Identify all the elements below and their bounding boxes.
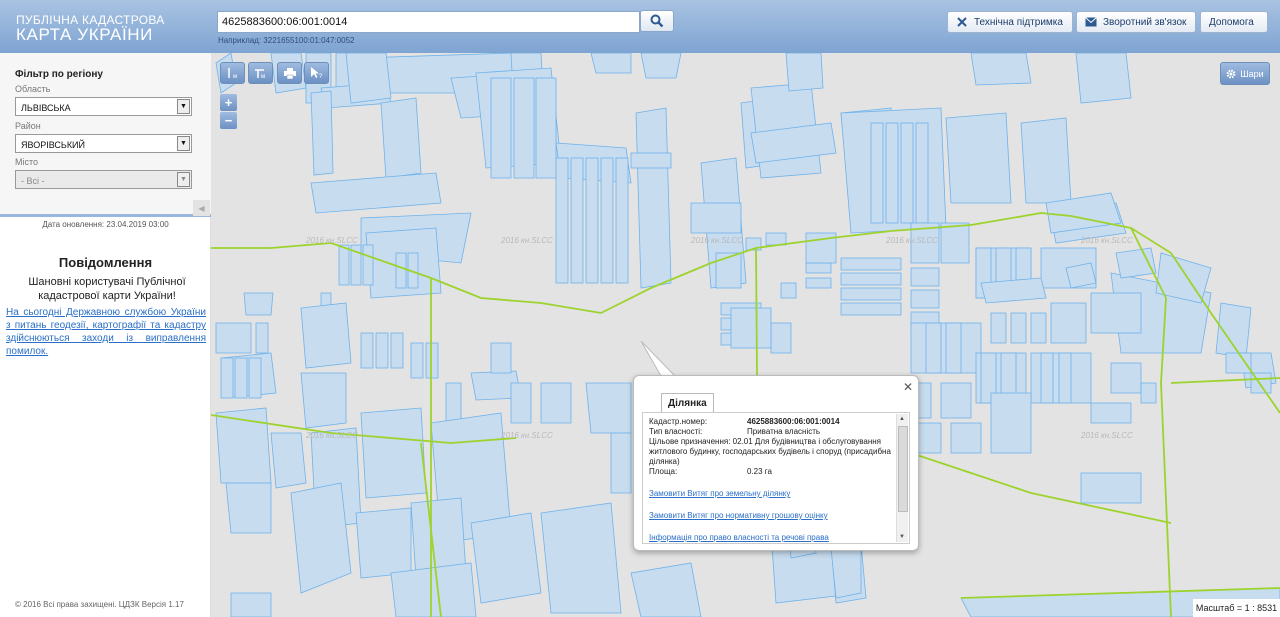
watermark-text: 2016 кн.SLCC — [1080, 431, 1133, 440]
row-key: Цільове призначення: — [649, 437, 731, 446]
scroll-down-icon[interactable]: ▼ — [899, 532, 905, 542]
filter-title: Фільтр по регіону — [15, 69, 103, 80]
svg-text:?: ? — [319, 74, 323, 79]
search-button[interactable] — [640, 10, 674, 32]
collapse-sidebar-button[interactable]: ◀ — [193, 200, 210, 216]
feedback-label: Зворотний зв'язок — [1103, 16, 1187, 28]
popup-content: Кадастр.номер: 4625883600:06:001:0014 Тип… — [642, 412, 910, 544]
scroll-up-icon[interactable]: ▲ — [899, 414, 905, 424]
logo-line2[interactable]: КАРТА УКРАЇНИ — [16, 25, 153, 45]
misto-select[interactable]: - Всі - ▼ — [15, 170, 192, 189]
search-example: Наприклад: 3221655100:01:047:0052 — [218, 36, 355, 45]
watermark-text: 2016 кн.SLCC — [885, 236, 938, 245]
area-icon: м — [254, 69, 265, 79]
ownership-type: Приватна власність — [747, 427, 821, 436]
order-extract-link[interactable]: Замовити Витяг про земельну ділянку — [649, 489, 895, 499]
misto-value: - Всі - — [21, 176, 45, 186]
scroll-thumb[interactable] — [898, 426, 908, 512]
ownership-info-link[interactable]: Інформація про право власності та речові… — [649, 533, 895, 543]
oblast-select[interactable]: ЛЬВІВСЬКА ▼ — [15, 97, 192, 116]
svg-text:м: м — [233, 74, 237, 79]
layers-button[interactable]: Шари — [1220, 62, 1270, 85]
watermark-text: 2016 кн.SLCC — [1080, 236, 1133, 245]
parcel-popup: ✕ Ділянка Кадастр.номер: 4625883600:06:00… — [633, 375, 919, 551]
search-icon — [650, 14, 664, 28]
ruler-icon: м — [227, 68, 237, 79]
sidebar: Фільтр по регіону Область ЛЬВІВСЬКА ▼ Рай… — [0, 53, 211, 617]
help-label: Допомога — [1209, 16, 1254, 28]
watermark-text: 2016 кн.SLCC — [690, 236, 743, 245]
tab-parcel[interactable]: Ділянка — [661, 393, 714, 413]
oblast-label: Область — [15, 84, 51, 94]
update-date: Дата оновлення: 23.04.2019 03:00 — [42, 220, 169, 229]
watermark-text: 2016 кн.SLCC — [305, 431, 358, 440]
order-valuation-link[interactable]: Замовити Витяг про нормативну грошову оц… — [649, 511, 895, 521]
map-canvas[interactable]: 2016 кн.SLCC 2016 кн.SLCC 2016 кн.SLCC 2… — [211, 53, 1280, 617]
notice-title: Повідомлення — [58, 255, 153, 270]
print-button[interactable] — [277, 62, 302, 84]
identify-button[interactable]: ? — [304, 62, 329, 84]
header-bar: ПУБЛІЧНА КАДАСТРОВА КАРТА УКРАЇНИ Наприк… — [0, 0, 1280, 53]
mail-icon — [1085, 17, 1097, 27]
popup-row: Тип власності: Приватна власність — [649, 427, 895, 437]
row-key: Кадастр.номер: — [649, 417, 708, 426]
row-key: Тип власності: — [649, 427, 703, 436]
watermark-text: 2016 кн.SLCC — [305, 236, 358, 245]
measure-distance-button[interactable]: м — [220, 62, 245, 84]
support-button[interactable]: Технічна підтримка — [947, 11, 1073, 33]
svg-text:м: м — [261, 74, 265, 79]
cadastre-number: 4625883600:06:001:0014 — [747, 417, 840, 426]
raion-select[interactable]: ЯВОРІВСЬКИЙ ▼ — [15, 134, 192, 153]
zoom-out-button[interactable]: − — [220, 112, 237, 129]
popup-row: Цільове призначення: 02.01 Для будівницт… — [649, 437, 895, 467]
watermark-text: 2016 кн.SLCC — [500, 236, 553, 245]
raion-label: Район — [15, 121, 41, 131]
row-key: Площа: — [649, 467, 678, 476]
chevron-down-icon[interactable]: ▼ — [177, 99, 190, 114]
scale-indicator: Масштаб = 1 : 8531 — [1193, 599, 1280, 617]
printer-icon — [283, 67, 296, 79]
copyright: © 2016 Всі права захищені. ЦДЗК Версія 1… — [15, 600, 184, 609]
area: 0.23 га — [747, 467, 772, 476]
search-input[interactable] — [217, 11, 640, 33]
popup-row: Площа: 0.23 га — [649, 467, 895, 477]
zoom-in-button[interactable]: + — [220, 94, 237, 111]
misto-label: Місто — [15, 157, 39, 167]
close-icon[interactable]: ✕ — [903, 380, 913, 394]
gear-icon — [1226, 69, 1236, 78]
popup-scrollbar[interactable]: ▲ ▼ — [896, 414, 908, 542]
oblast-value: ЛЬВІВСЬКА — [21, 103, 71, 113]
notice-body: Шановні користувачі Публічної кадастрово… — [28, 276, 186, 302]
region-filter: Фільтр по регіону Область ЛЬВІВСЬКА ▼ Рай… — [0, 53, 211, 217]
popup-row: Кадастр.номер: 4625883600:06:001:0014 — [649, 417, 895, 427]
pointer-help-icon: ? — [311, 67, 323, 79]
watermark-text: 2016 кн.SLCC — [500, 431, 553, 440]
measure-area-button[interactable]: м — [248, 62, 273, 84]
raion-value: ЯВОРІВСЬКИЙ — [21, 140, 85, 150]
notice-link[interactable]: На сьогодні Державною службою України з … — [6, 306, 206, 358]
chevron-down-icon[interactable]: ▼ — [177, 172, 190, 187]
tools-icon — [957, 17, 967, 27]
chevron-down-icon[interactable]: ▼ — [177, 136, 190, 151]
help-button[interactable]: Допомога — [1200, 11, 1268, 33]
layers-label: Шари — [1240, 68, 1264, 79]
feedback-button[interactable]: Зворотний зв'язок — [1076, 11, 1196, 33]
support-label: Технічна підтримка — [974, 16, 1063, 28]
